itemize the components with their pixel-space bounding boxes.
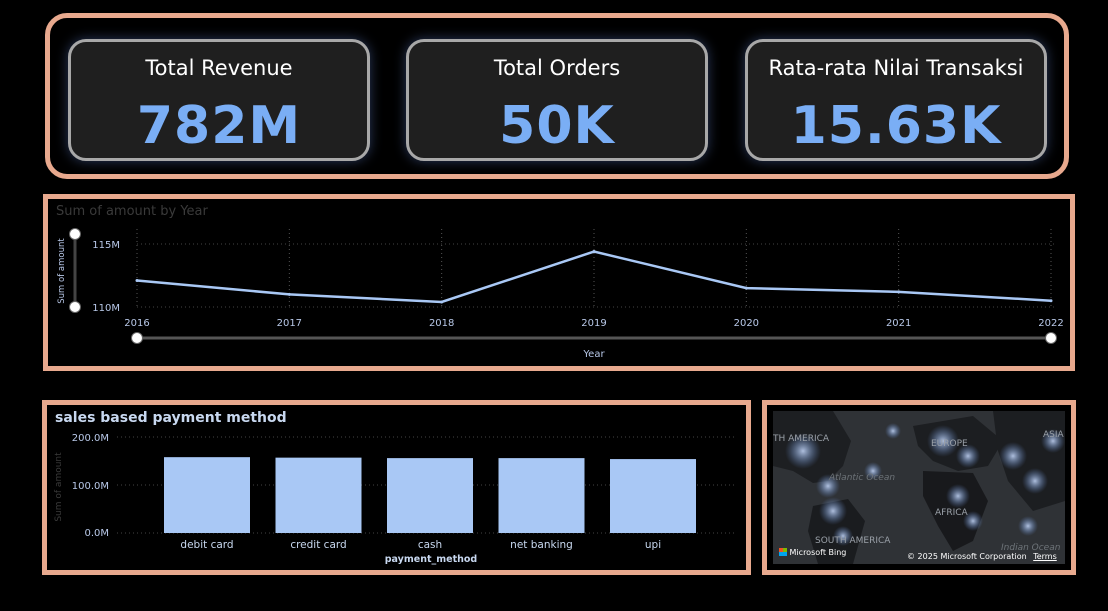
line-series-path xyxy=(136,250,1052,304)
map-terms-link[interactable]: Terms xyxy=(1033,552,1057,561)
line-x-tick-label: 2018 xyxy=(429,318,454,329)
line-data-point[interactable] xyxy=(1049,299,1053,303)
bing-attribution-text: Microsoft Bing xyxy=(789,548,847,557)
line-y-tick-label: 115M xyxy=(92,240,120,251)
line-x-tick-label: 2017 xyxy=(277,318,302,329)
line-data-point[interactable] xyxy=(440,300,444,304)
bar-upi[interactable] xyxy=(610,459,696,533)
bar-chart-svg: Sum of amount 200.0M 100.0M 0.0M debit c… xyxy=(54,433,737,565)
kpi-value: 50K xyxy=(499,96,615,156)
bar-x-tick-label: net banking xyxy=(510,539,573,551)
bar-y-tick-label: 200.0M xyxy=(72,433,109,444)
line-data-point[interactable] xyxy=(287,292,291,296)
line-chart-svg: Sum of amount 115M 110M 2016 2017 2018 2019… xyxy=(57,228,1064,360)
kpi-panel: Total Revenue 782M Total Orders 50K Rata… xyxy=(45,13,1069,179)
line-x-tick-label: 2016 xyxy=(124,318,149,329)
bar-x-tick-label: credit card xyxy=(290,539,346,551)
line-data-point[interactable] xyxy=(897,290,901,294)
y-range-slider-handle-bottom[interactable] xyxy=(69,301,81,313)
kpi-card-avg-transaction[interactable]: Rata-rata Nilai Transaksi 15.63K xyxy=(745,39,1047,161)
microsoft-logo-icon xyxy=(779,548,787,556)
x-range-slider-handle-right[interactable] xyxy=(1045,332,1057,344)
line-x-tick-label: 2020 xyxy=(734,318,759,329)
bar-x-axis-label: payment_method xyxy=(385,554,477,565)
kpi-title: Total Revenue xyxy=(145,56,293,80)
line-data-point[interactable] xyxy=(135,279,139,283)
line-chart-panel[interactable]: Sum of amount by Year Sum of amount 115M… xyxy=(43,194,1075,371)
map-label: ASIA xyxy=(1043,430,1064,440)
line-x-tick-label: 2019 xyxy=(581,318,606,329)
y-range-slider-handle-top[interactable] xyxy=(69,228,81,240)
kpi-title: Rata-rata Nilai Transaksi xyxy=(768,56,1024,80)
map-label: TH AMERICA xyxy=(773,434,830,444)
map-copyright: © 2025 Microsoft Corporation Terms xyxy=(907,552,1057,561)
bar-x-tick-label: debit card xyxy=(180,539,233,551)
bar-y-tick-label: 0.0M xyxy=(84,528,109,539)
map-ocean-label: Atlantic Ocean xyxy=(829,473,896,483)
kpi-title: Total Orders xyxy=(493,56,621,80)
map-label: EUROPE xyxy=(931,439,968,449)
line-y-axis-label: Sum of amount xyxy=(57,238,67,304)
line-y-tick-label: 110M xyxy=(92,303,120,314)
x-range-slider-handle-left[interactable] xyxy=(131,332,143,344)
bar-x-tick-label: cash xyxy=(418,539,442,551)
bar-y-tick-label: 100.0M xyxy=(72,481,109,492)
bar-cash[interactable] xyxy=(387,458,473,533)
line-data-point[interactable] xyxy=(744,286,748,290)
line-x-tick-label: 2022 xyxy=(1038,318,1063,329)
kpi-value: 15.63K xyxy=(790,96,1002,156)
map-panel[interactable]: TH AMERICA EUROPE ASIA AFRICA SOUTH AMER… xyxy=(762,400,1076,575)
line-x-tick-label: 2021 xyxy=(886,318,911,329)
map-canvas[interactable]: TH AMERICA EUROPE ASIA AFRICA SOUTH AMER… xyxy=(773,411,1065,564)
kpi-card-total-revenue[interactable]: Total Revenue 782M xyxy=(68,39,370,161)
bar-net-banking[interactable] xyxy=(498,458,585,533)
line-x-axis-label: Year xyxy=(582,349,605,360)
map-label: AFRICA xyxy=(935,508,968,518)
kpi-card-total-orders[interactable]: Total Orders 50K xyxy=(406,39,708,161)
map-label: SOUTH AMERICA xyxy=(815,536,891,546)
bar-y-axis-label: Sum of amount xyxy=(54,452,64,522)
bar-credit-card[interactable] xyxy=(275,457,362,533)
bar-chart-panel[interactable]: sales based payment method Sum of amount… xyxy=(42,400,751,575)
kpi-value: 782M xyxy=(136,96,302,156)
bing-attribution: Microsoft Bing xyxy=(779,548,846,557)
map-copyright-text: © 2025 Microsoft Corporation xyxy=(907,552,1027,561)
bar-x-tick-label: upi xyxy=(645,539,661,551)
bar-debit-card[interactable] xyxy=(164,457,250,533)
line-data-point[interactable] xyxy=(592,250,596,254)
